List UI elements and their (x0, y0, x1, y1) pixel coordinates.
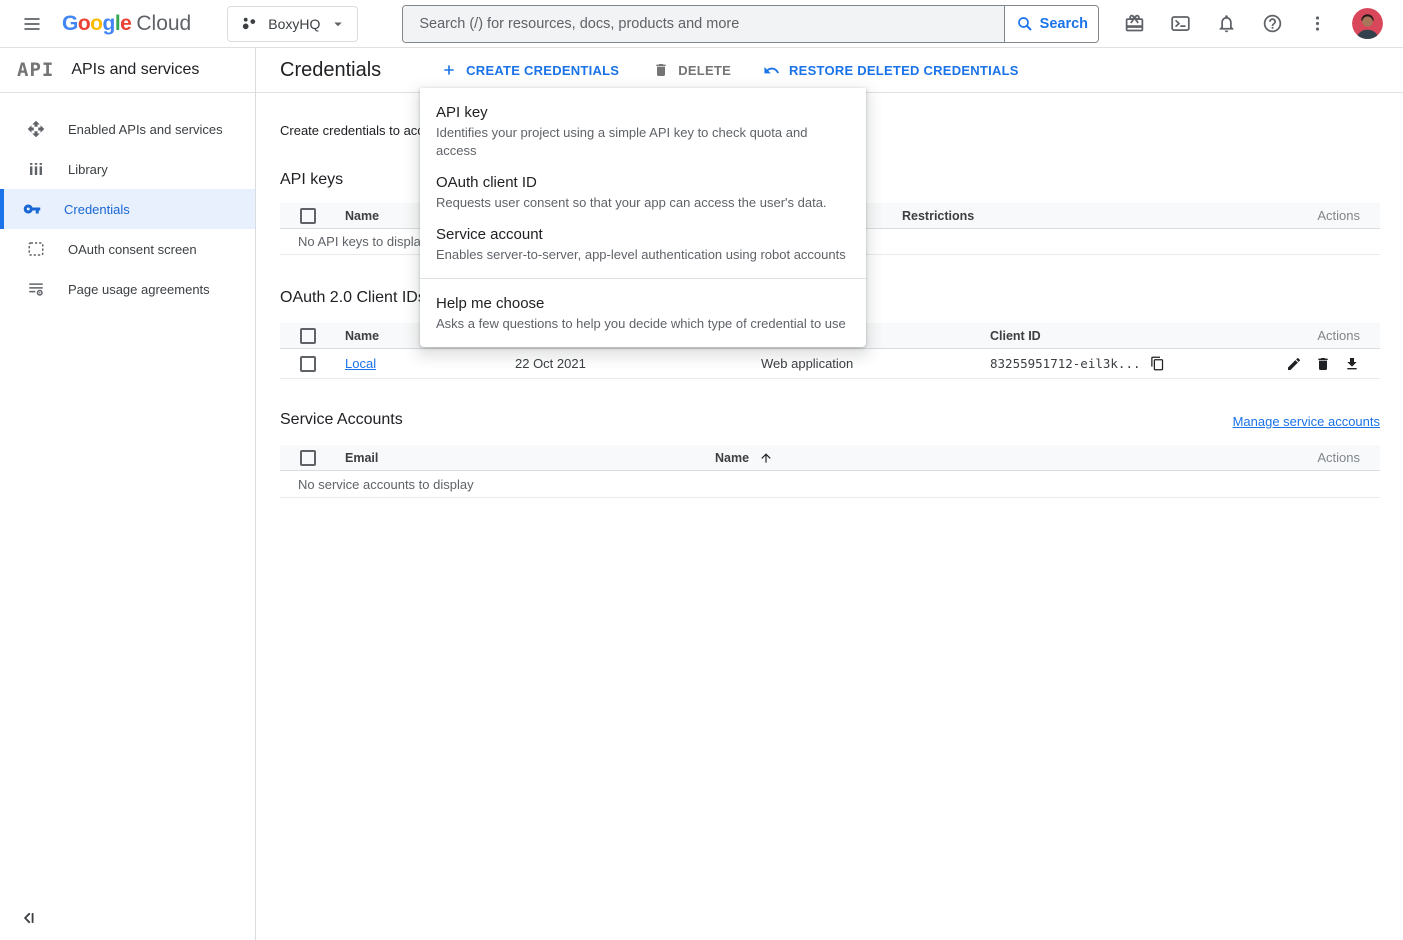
toolbar: Credentials CREATE CREDENTIALS DELETE RE… (256, 48, 1403, 93)
column-header-email: Email (345, 451, 715, 465)
google-cloud-logo: Google Cloud (62, 12, 191, 36)
sidebar-item-label: Library (68, 162, 108, 177)
menu-item-desc: Requests user consent so that your app c… (436, 194, 850, 212)
search-icon (1016, 15, 1034, 33)
client-id-value: 83255951712-eil3k... (990, 356, 1141, 371)
menu-icon[interactable] (22, 14, 42, 34)
column-header-client-id: Client ID (990, 329, 1290, 343)
search-input[interactable] (403, 6, 1004, 42)
trash-icon (653, 62, 669, 78)
select-all-checkbox[interactable] (300, 328, 316, 344)
sort-ascending-icon (759, 451, 773, 465)
delete-label: DELETE (678, 63, 731, 78)
sidebar-item-library[interactable]: Library (0, 149, 255, 189)
avatar[interactable] (1352, 8, 1383, 39)
creation-date-value: 22 Oct 2021 (515, 356, 761, 371)
logo-letter-3: g (103, 12, 115, 35)
download-icon[interactable] (1344, 356, 1360, 372)
logo-cloud-text: Cloud (136, 12, 191, 36)
menu-item-service-account[interactable]: Service account Enables server-to-server… (420, 218, 866, 270)
row-checkbox[interactable] (300, 356, 316, 372)
plus-icon (441, 62, 457, 78)
sidebar-item-enabled-apis[interactable]: Enabled APIs and services (0, 109, 255, 149)
menu-divider (420, 278, 866, 279)
gift-icon[interactable] (1124, 13, 1145, 34)
column-header-actions: Actions (1317, 208, 1380, 223)
collapse-sidebar-icon[interactable] (18, 908, 38, 928)
page-title: Credentials (280, 59, 381, 82)
cloud-shell-icon[interactable] (1170, 13, 1191, 34)
column-header-name[interactable]: Name (715, 451, 1290, 465)
sidebar-item-label: Page usage agreements (68, 282, 210, 297)
column-header-actions: Actions (1317, 328, 1380, 343)
menu-item-desc: Enables server-to-server, app-level auth… (436, 246, 850, 264)
menu-item-desc: Asks a few questions to help you decide … (436, 315, 850, 333)
sidebar-title: APIs and services (71, 61, 199, 79)
column-header-restrictions: Restrictions (902, 209, 1290, 223)
service-accounts-table: Email Name Actions No service accounts t… (280, 445, 1380, 498)
sidebar-item-label: Enabled APIs and services (68, 122, 223, 137)
project-selector[interactable]: BoxyHQ (227, 6, 358, 42)
more-vert-icon[interactable] (1308, 14, 1327, 33)
key-icon (23, 200, 41, 218)
column-header-actions: Actions (1317, 450, 1380, 465)
sidebar-item-credentials[interactable]: Credentials (0, 189, 255, 229)
menu-item-help-me-choose[interactable]: Help me choose Asks a few questions to h… (420, 287, 866, 339)
name-label: Name (715, 451, 749, 465)
api-logo: API (17, 59, 54, 81)
menu-item-api-key[interactable]: API key Identifies your project using a … (420, 96, 866, 166)
project-name: BoxyHQ (268, 16, 320, 32)
sidebar-item-label: Credentials (64, 202, 130, 217)
copy-icon[interactable] (1150, 356, 1165, 371)
service-accounts-heading: Service Accounts (280, 411, 403, 429)
sidebar-item-label: OAuth consent screen (68, 242, 197, 257)
service-accounts-empty-text: No service accounts to display (280, 477, 1380, 492)
chevron-down-icon (329, 15, 347, 33)
help-icon[interactable] (1262, 13, 1283, 34)
logo-letter-2: o (90, 12, 102, 35)
top-bar: Google Cloud BoxyHQ Search (0, 0, 1403, 48)
table-row-empty: No service accounts to display (280, 471, 1380, 498)
edit-icon[interactable] (1286, 356, 1302, 372)
restore-deleted-credentials-label: RESTORE DELETED CREDENTIALS (789, 63, 1019, 78)
sidebar-item-oauth-consent[interactable]: OAuth consent screen (0, 229, 255, 269)
page-usage-icon (27, 280, 45, 298)
sidebar: API APIs and services Enabled APIs and s… (0, 48, 256, 940)
select-all-checkbox[interactable] (300, 450, 316, 466)
menu-item-desc: Identifies your project using a simple A… (436, 124, 850, 160)
delete-button[interactable]: DELETE (653, 62, 731, 78)
menu-item-title: API key (436, 102, 850, 124)
search-button[interactable]: Search (1004, 6, 1098, 42)
menu-item-title: Service account (436, 224, 850, 246)
select-all-checkbox[interactable] (300, 208, 316, 224)
menu-item-title: Help me choose (436, 293, 850, 315)
delete-row-icon[interactable] (1315, 356, 1331, 372)
create-credentials-label: CREATE CREDENTIALS (466, 63, 619, 78)
oauth-consent-icon (27, 240, 45, 258)
create-credentials-menu: API key Identifies your project using a … (420, 88, 866, 347)
menu-item-oauth-client-id[interactable]: OAuth client ID Requests user consent so… (420, 166, 866, 218)
restore-deleted-credentials-button[interactable]: RESTORE DELETED CREDENTIALS (763, 62, 1019, 79)
notifications-icon[interactable] (1216, 13, 1237, 34)
undo-icon (763, 62, 780, 79)
client-name-link[interactable]: Local (345, 356, 376, 371)
library-icon (27, 160, 45, 178)
logo-letter-1: o (78, 12, 90, 35)
enabled-apis-icon (27, 120, 45, 138)
sidebar-item-page-usage[interactable]: Page usage agreements (0, 269, 255, 309)
table-row: Local 22 Oct 2021 Web application 832559… (280, 349, 1380, 379)
logo-letter-0: G (62, 12, 78, 35)
client-type-value: Web application (761, 356, 990, 371)
logo-letter-5: e (120, 12, 131, 35)
search-bar: Search (402, 5, 1099, 43)
menu-item-title: OAuth client ID (436, 172, 850, 194)
create-credentials-button[interactable]: CREATE CREDENTIALS (441, 62, 619, 78)
project-icon (240, 14, 259, 33)
manage-service-accounts-link[interactable]: Manage service accounts (1233, 414, 1380, 429)
search-button-label: Search (1040, 16, 1088, 32)
